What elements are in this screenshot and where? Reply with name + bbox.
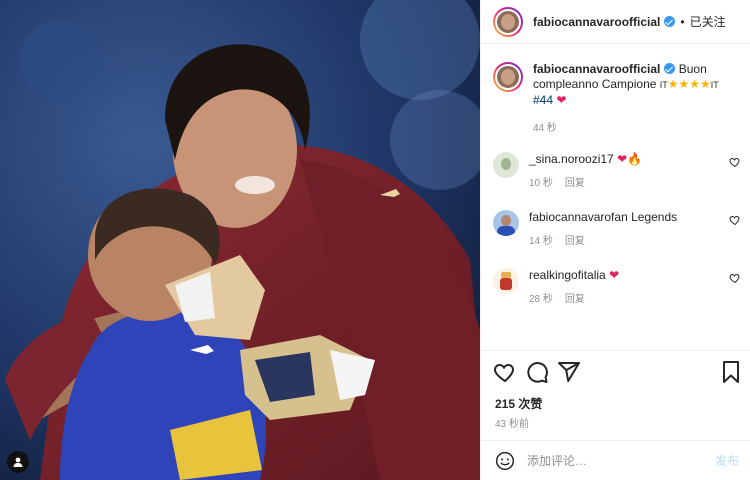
post-actions (481, 360, 750, 386)
header-separator: • (680, 14, 685, 29)
following-button[interactable]: 已关注 (690, 13, 726, 30)
actions-divider (481, 350, 750, 351)
caption-avatar[interactable] (493, 62, 523, 92)
post-header: fabiocannavaroofficial • 已关注 (481, 0, 750, 44)
caption-time: 44 秒 (533, 123, 557, 134)
reply-button[interactable]: 回复 (565, 178, 585, 189)
comment-input[interactable]: 添加评论… (527, 452, 715, 469)
reply-button[interactable]: 回复 (565, 236, 585, 247)
share-icon[interactable] (557, 360, 581, 384)
comment-composer: 添加评论… 发布 (481, 440, 750, 480)
flag-icon: IT (659, 80, 668, 90)
like-comment-heart-icon[interactable] (729, 156, 741, 168)
comment-item: realkingofitalia ❤ 28 秒 回复 (493, 268, 741, 307)
verified-badge-icon (664, 63, 676, 74)
like-comment-heart-icon[interactable] (729, 272, 741, 284)
commenter-avatar[interactable] (493, 210, 519, 236)
comment-text: Legends (631, 210, 678, 224)
flag-icon: IT (710, 80, 719, 90)
comment-text: ❤ (609, 268, 620, 282)
hashtag-link[interactable]: #44 (533, 93, 553, 107)
instagram-post-dialog: fabiocannavaroofficial • 已关注 fabiocannav… (0, 0, 750, 480)
comment-time: 14 秒 (529, 236, 553, 247)
author-username[interactable]: fabiocannavaroofficial (533, 15, 660, 29)
comment-time: 28 秒 (529, 294, 553, 305)
likes-count[interactable]: 215 次赞 (495, 395, 542, 412)
post-comment-button[interactable]: 发布 (715, 452, 739, 469)
comment-icon[interactable] (525, 360, 549, 384)
commenter-avatar[interactable] (493, 152, 519, 178)
commenter-username[interactable]: realkingofitalia (529, 268, 606, 282)
comment-text: ❤🔥 (617, 152, 643, 166)
post-image (0, 0, 480, 480)
comment-item: fabiocannavarofan Legends 14 秒 回复 (493, 210, 741, 249)
commenter-username[interactable]: fabiocannavarofan (529, 210, 628, 224)
commenter-avatar[interactable] (493, 268, 519, 294)
post-time: 43 秒前 (495, 419, 529, 430)
comment-item: _sina.noroozi17 ❤🔥 10 秒 回复 (493, 152, 741, 191)
comment-time: 10 秒 (529, 178, 553, 189)
verified-badge-icon (664, 16, 676, 27)
stars-emoji: ★★★★ (667, 77, 711, 91)
caption-username[interactable]: fabiocannavaroofficial (533, 62, 660, 76)
commenter-username[interactable]: _sina.noroozi17 (529, 152, 614, 166)
user-tag-icon (13, 457, 23, 467)
reply-button[interactable]: 回复 (565, 294, 585, 305)
bookmark-icon[interactable] (719, 360, 743, 384)
like-comment-heart-icon[interactable] (729, 214, 741, 226)
post-caption: fabiocannavaroofficial Buon compleanno C… (493, 62, 743, 136)
author-avatar[interactable] (493, 6, 523, 37)
user-tag-button[interactable] (7, 451, 29, 473)
heart-emoji: ❤ (556, 93, 567, 107)
post-sidebar: fabiocannavaroofficial • 已关注 fabiocannav… (480, 0, 750, 480)
post-photo[interactable] (0, 0, 480, 480)
emoji-icon[interactable] (495, 451, 515, 471)
heart-icon[interactable] (493, 360, 517, 384)
